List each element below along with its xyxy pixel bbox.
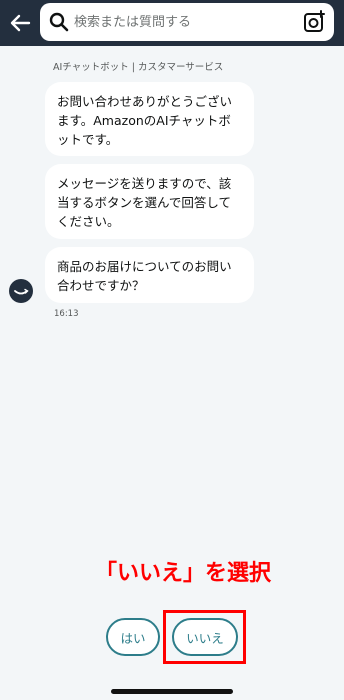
camera-icon[interactable] xyxy=(302,10,326,34)
search-input[interactable] xyxy=(74,3,294,41)
home-indicator xyxy=(111,689,233,694)
arrow-left-icon xyxy=(10,14,31,32)
bot-avatar xyxy=(9,279,33,303)
search-bar[interactable] xyxy=(40,3,334,41)
chat-title: AIチャットボット | カスタマーサービス xyxy=(53,62,224,73)
amazon-smile-icon xyxy=(14,288,29,295)
search-icon xyxy=(49,12,69,32)
message-timestamp: 16:13 xyxy=(54,309,79,319)
top-bar xyxy=(0,0,344,46)
chat-message: 商品のお届けについてのお問い合わせですか？ xyxy=(45,247,254,303)
back-button[interactable] xyxy=(6,9,34,37)
chat-message: メッセージを送りますので、該当するボタンを選んで回答してください。 xyxy=(45,164,254,239)
annotation-text: 「いいえ」を選択 xyxy=(95,561,272,586)
highlight-box xyxy=(163,610,246,664)
yes-button[interactable]: はい xyxy=(106,618,160,656)
chat-message: お問い合わせありがとうございます。AmazonのAIチャットボットです。 xyxy=(45,82,254,156)
